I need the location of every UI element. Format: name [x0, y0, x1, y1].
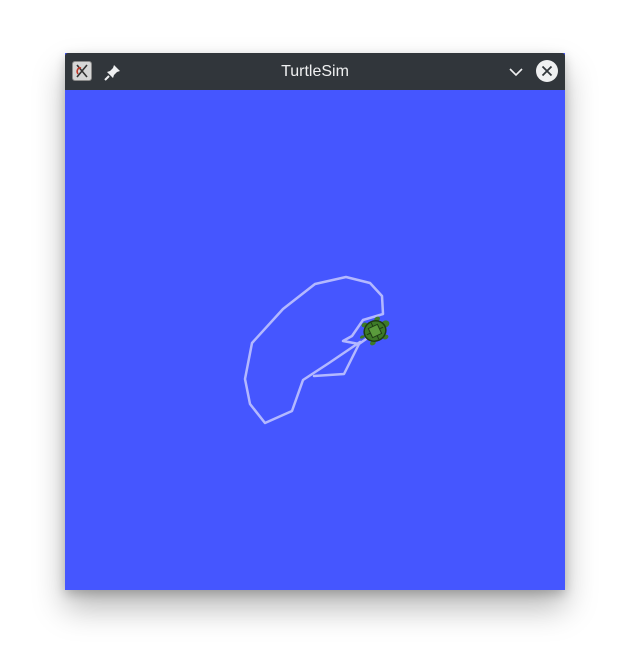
turtle-canvas[interactable] — [65, 90, 565, 590]
chevron-down-icon[interactable] — [506, 62, 526, 82]
window-titlebar[interactable]: TurtleSim — [65, 53, 565, 90]
window-title: TurtleSim — [281, 63, 349, 80]
turtlesim-window: TurtleSim — [65, 53, 565, 590]
close-icon[interactable] — [535, 59, 559, 83]
pen-trail — [243, 275, 385, 425]
